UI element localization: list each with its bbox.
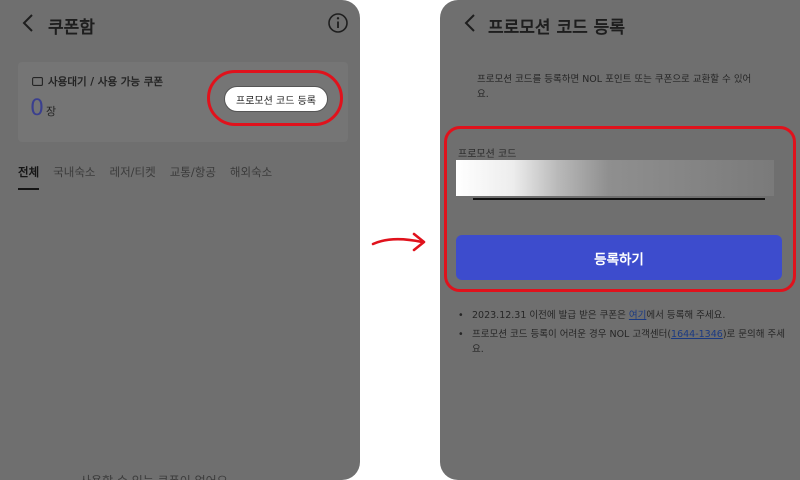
highlight-box <box>444 126 796 292</box>
notice-text: 프로모션 코드 등록이 어려운 경우 NOL 고객센터( <box>472 329 672 340</box>
coupon-box-screen: 쿠폰함 사용대기 / 사용 가능 쿠폰 0 장 프로모션 코드 등록 전체 국내… <box>0 0 360 480</box>
empty-state-text: 사용할 수 있는 쿠폰이 없어요 <box>80 472 228 480</box>
coupon-label: 사용대기 / 사용 가능 쿠폰 <box>48 76 164 88</box>
notice-list: 2023.12.31 이전에 발급 받은 쿠폰은 여기에서 등록해 주세요. 프… <box>458 308 788 361</box>
customer-center-phone-link[interactable]: 1644-1346 <box>671 329 723 340</box>
ticket-icon <box>32 77 43 86</box>
promo-code-screen: 프로모션 코드 등록 프로모션 코드를 등록하면 NOL 포인트 또는 쿠폰으로… <box>440 0 800 480</box>
coupon-box-header: 쿠폰함 <box>0 0 360 48</box>
info-circle-icon[interactable] <box>327 12 349 34</box>
arrow-right-icon <box>371 232 426 252</box>
here-link[interactable]: 여기 <box>629 310 646 321</box>
promo-description: 프로모션 코드를 등록하면 NOL 포인트 또는 쿠폰으로 교환할 수 있어요. <box>477 74 752 100</box>
highlight-oval <box>207 70 343 126</box>
tab-leisure-ticket[interactable]: 레저/티켓 <box>110 164 156 190</box>
notice-text: 에서 등록해 주세요. <box>646 310 726 321</box>
chevron-left-icon[interactable] <box>18 12 40 34</box>
promo-code-header: 프로모션 코드 등록 <box>440 0 800 48</box>
chevron-left-icon[interactable] <box>460 12 482 34</box>
tab-all[interactable]: 전체 <box>18 164 40 190</box>
notice-item: 프로모션 코드 등록이 어려운 경우 NOL 고객센터(1644-1346)로 … <box>458 327 788 357</box>
page-title: 쿠폰함 <box>48 18 95 38</box>
tab-transport-flight[interactable]: 교통/항공 <box>170 164 216 190</box>
page-title: 프로모션 코드 등록 <box>488 18 625 38</box>
tab-overseas-stay[interactable]: 해외숙소 <box>230 164 272 190</box>
coupon-count: 0 장 <box>30 96 56 121</box>
notice-item: 2023.12.31 이전에 발급 받은 쿠폰은 여기에서 등록해 주세요. <box>458 308 788 323</box>
coupon-label-row: 사용대기 / 사용 가능 쿠폰 <box>32 74 163 89</box>
coupon-count-unit: 장 <box>46 105 57 118</box>
coupon-count-number: 0 <box>30 96 44 121</box>
tab-domestic-stay[interactable]: 국내숙소 <box>53 164 95 190</box>
notice-text: 2023.12.31 이전에 발급 받은 쿠폰은 <box>472 310 629 321</box>
coupon-category-tabs: 전체 국내숙소 레저/티켓 교통/항공 해외숙소 <box>18 164 272 190</box>
